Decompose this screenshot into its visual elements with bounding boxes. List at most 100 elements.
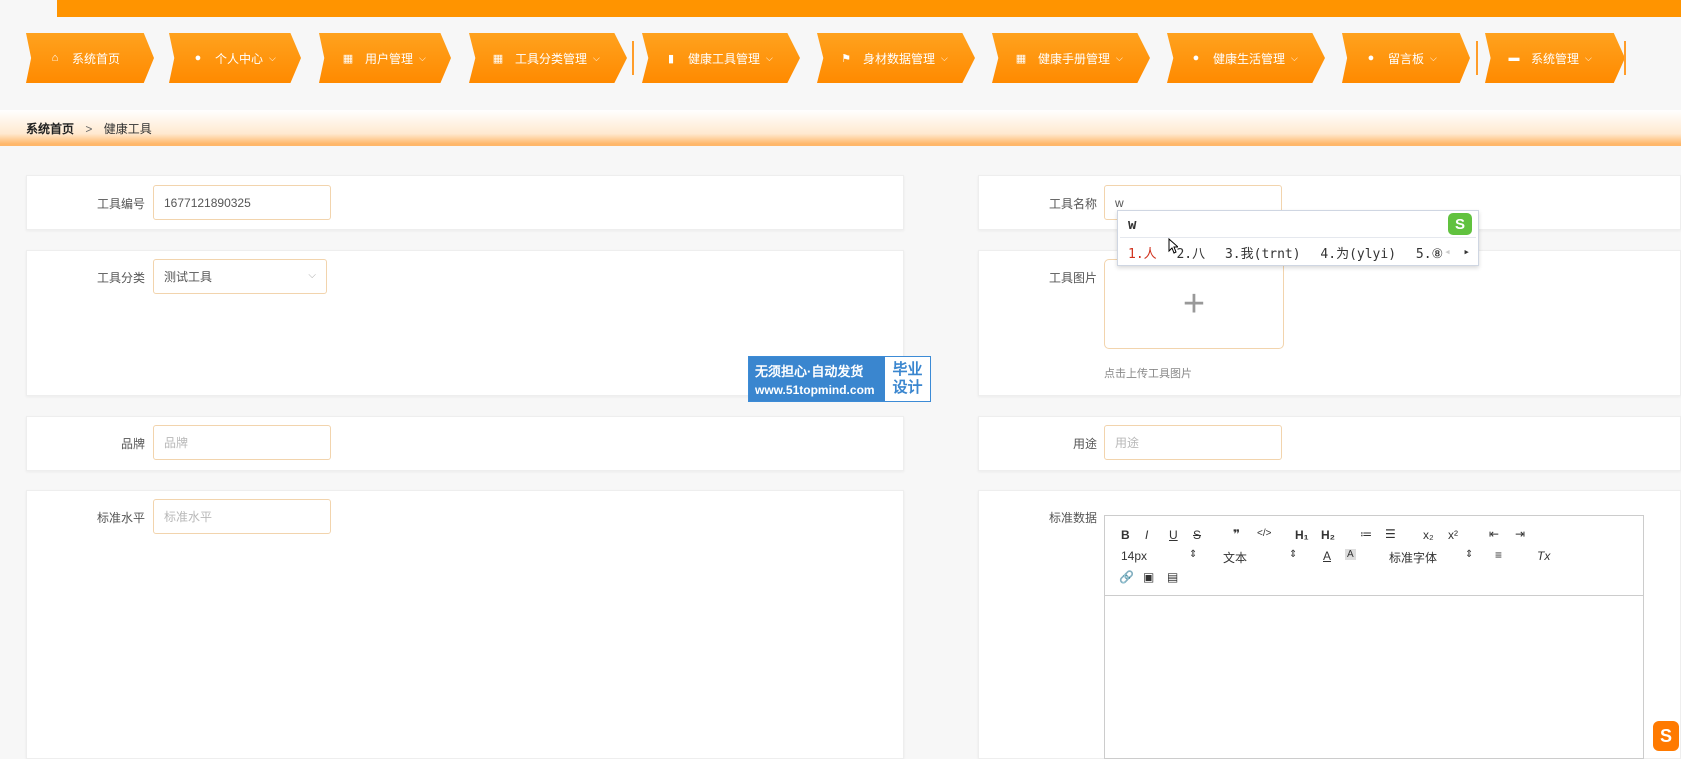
chevron-down-icon: ⌵ — [941, 52, 948, 63]
outdent-button[interactable]: ⇤ — [1489, 527, 1499, 541]
category-label: 工具分类 — [96, 271, 145, 285]
code-button[interactable]: </> — [1257, 528, 1271, 539]
bold-button[interactable]: B — [1121, 528, 1130, 542]
watermark-line2: www.51topmind.com — [755, 383, 875, 397]
clear-format-button[interactable]: Tx — [1537, 549, 1550, 563]
grid-icon: ▦ — [1015, 52, 1027, 65]
indent-button[interactable]: ⇥ — [1515, 527, 1525, 541]
underline-button[interactable]: U — [1169, 528, 1178, 542]
chevron-down-icon: ⌵ — [593, 52, 600, 63]
brand-label: 品牌 — [120, 437, 145, 451]
nav-item-health-life[interactable]: ● 健康生活管理 ⌵ — [1167, 33, 1325, 83]
ime-pager: ◂ ▸ — [1444, 245, 1470, 258]
h1-button[interactable]: H₁ — [1295, 528, 1309, 542]
grid-icon: ▦ — [492, 52, 504, 65]
link-button[interactable]: 🔗 — [1119, 570, 1134, 584]
chevron-down-icon: ⌵ — [1116, 52, 1123, 63]
nav-item-message-board[interactable]: ● 留言板 ⌵ — [1342, 33, 1470, 83]
chevron-down-icon: ⌵ — [1430, 52, 1437, 63]
nav-item-health-manual[interactable]: ▦ 健康手册管理 ⌵ — [992, 33, 1150, 83]
breadcrumb: 系统首页 > 健康工具 — [26, 120, 152, 137]
ime-prev-icon[interactable]: ◂ — [1444, 245, 1451, 258]
user-icon: ● — [194, 52, 202, 64]
ime-candidate[interactable]: 2.八 — [1176, 247, 1205, 262]
ime-candidate[interactable]: 5.⑧ — [1416, 247, 1443, 262]
h2-button[interactable]: H₂ — [1321, 528, 1335, 542]
watermark-line1: 无须担心·自动发货 — [755, 364, 864, 379]
home-icon: ⌂ — [51, 52, 59, 64]
tool-name-label: 工具名称 — [1048, 197, 1097, 211]
background-color-button[interactable]: A — [1345, 549, 1356, 560]
plus-icon: + — [1182, 282, 1206, 325]
image-button[interactable]: ▣ — [1143, 570, 1154, 584]
editor-content-area[interactable] — [1105, 597, 1643, 758]
chevron-down-icon: ⌵ — [269, 52, 276, 63]
nav-item-tool-category[interactable]: ▦ 工具分类管理 ⌵ — [469, 33, 627, 83]
nav-item-home[interactable]: ⌂ 系统首页 — [26, 33, 154, 83]
bullet-list-button[interactable]: ☰ — [1385, 527, 1396, 541]
bar-chart-icon: ▮ — [667, 52, 675, 65]
standard-level-label: 标准水平 — [96, 511, 145, 525]
breadcrumb-separator: > — [85, 122, 93, 136]
watermark-right-line2: 设计 — [892, 379, 923, 396]
printer-icon: ▬ — [1508, 52, 1520, 64]
watermark-right-line1: 毕业 — [892, 361, 923, 378]
nav-item-system[interactable]: ▬ 系统管理 ⌵ — [1485, 33, 1625, 83]
image-label: 工具图片 — [1048, 271, 1097, 285]
image-upload[interactable]: + — [1104, 259, 1284, 349]
ime-next-icon[interactable]: ▸ — [1463, 245, 1470, 258]
standard-data-label: 标准数据 — [1048, 511, 1097, 525]
usage-input[interactable]: 用途 — [1104, 425, 1282, 460]
usage-label: 用途 — [1072, 437, 1097, 451]
sogou-tray-icon[interactable]: S — [1653, 721, 1679, 751]
superscript-button[interactable]: x² — [1448, 528, 1458, 542]
font-size-select[interactable]: 14px — [1121, 549, 1147, 563]
nav-item-body-data[interactable]: ⚑ 身材数据管理 ⌵ — [817, 33, 975, 83]
rich-text-editor: B I U S ❞ </> H₁ H₂ ≔ ☰ x₂ x² ⇤ ⇥ 14px ⇕… — [1104, 515, 1644, 759]
subscript-button[interactable]: x₂ — [1423, 528, 1434, 542]
text-format-arrow-icon: ⇕ — [1289, 549, 1298, 560]
breadcrumb-current: 健康工具 — [103, 122, 152, 136]
main-nav: ⌂ 系统首页 ● 个人中心 ⌵ ▦ 用户管理 ⌵ ▦ 工具分类管理 ⌵ ▮ 健康… — [26, 33, 1681, 83]
chevron-down-icon: ⌵ — [308, 270, 316, 281]
user-icon: ● — [1192, 52, 1200, 64]
editor-toolbar: B I U S ❞ </> H₁ H₂ ≔ ☰ x₂ x² ⇤ ⇥ 14px ⇕… — [1105, 516, 1643, 596]
ordered-list-button[interactable]: ≔ — [1360, 527, 1372, 541]
brand-input[interactable]: 品牌 — [153, 425, 331, 460]
font-family-select[interactable]: 标准字体 — [1389, 549, 1437, 566]
nav-divider — [1624, 41, 1626, 75]
tool-no-label: 工具编号 — [96, 197, 145, 211]
chevron-down-icon: ⌵ — [419, 52, 426, 63]
breadcrumb-home[interactable]: 系统首页 — [26, 122, 74, 136]
align-button[interactable]: ≡ — [1495, 548, 1502, 562]
bulb-icon: ● — [1367, 52, 1375, 64]
text-format-select[interactable]: 文本 — [1223, 549, 1247, 566]
sogou-logo-icon: S — [1448, 213, 1472, 235]
watermark-left: 无须担心·自动发货 www.51topmind.com — [749, 357, 885, 401]
quote-button[interactable]: ❞ — [1233, 527, 1240, 541]
nav-item-personal[interactable]: ● 个人中心 ⌵ — [169, 33, 301, 83]
chevron-down-icon: ⌵ — [766, 52, 773, 63]
video-button[interactable]: ▤ — [1167, 570, 1178, 584]
ime-composition: w — [1128, 217, 1137, 233]
nav-divider — [632, 41, 634, 75]
chevron-down-icon: ⌵ — [1585, 52, 1592, 63]
nav-item-health-tools[interactable]: ▮ 健康工具管理 ⌵ — [642, 33, 800, 83]
standard-level-input[interactable]: 标准水平 — [153, 499, 331, 534]
ime-candidate[interactable]: 4.为(ylyi) — [1320, 247, 1396, 262]
nav-item-users[interactable]: ▦ 用户管理 ⌵ — [319, 33, 451, 83]
top-accent-bar — [57, 0, 1681, 17]
tool-no-input[interactable]: 1677121890325 — [153, 185, 331, 220]
ime-candidate[interactable]: 3.我(trnt) — [1225, 247, 1301, 262]
category-select[interactable]: 测试工具 ⌵ — [153, 259, 327, 294]
font-color-button[interactable]: A — [1323, 549, 1331, 563]
image-upload-hint: 点击上传工具图片 — [1104, 368, 1192, 380]
font-size-arrow-icon: ⇕ — [1189, 549, 1198, 560]
strike-button[interactable]: S — [1193, 528, 1201, 542]
watermark-badge: 无须担心·自动发货 www.51topmind.com 毕业 设计 — [748, 356, 931, 402]
nav-divider — [1476, 41, 1478, 75]
ime-candidate[interactable]: 1.人 — [1128, 247, 1157, 262]
flag-icon: ⚑ — [841, 52, 851, 65]
font-family-arrow-icon: ⇕ — [1465, 549, 1474, 560]
italic-button[interactable]: I — [1145, 528, 1148, 542]
